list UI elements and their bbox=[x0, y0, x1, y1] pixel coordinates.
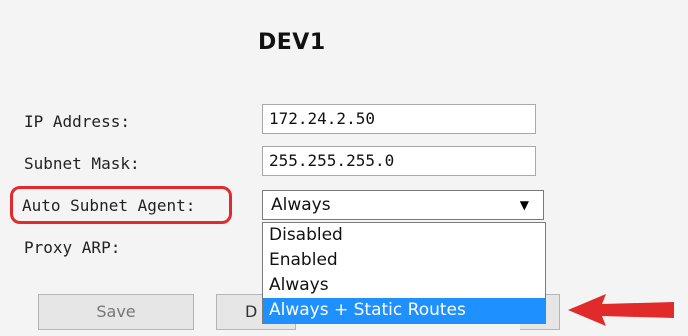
subnet-mask-input[interactable]: 255.255.255.0 bbox=[262, 146, 536, 176]
ip-address-input[interactable]: 172.24.2.50 bbox=[262, 104, 536, 134]
dropdown-option-always-static-routes[interactable]: Always + Static Routes bbox=[263, 298, 545, 323]
auto-subnet-agent-selected-value: Always bbox=[271, 195, 331, 215]
proxy-arp-label: Proxy ARP: bbox=[24, 238, 121, 257]
chevron-down-icon: ▼ bbox=[519, 198, 529, 212]
red-arrow-icon bbox=[568, 294, 674, 326]
dropdown-option-disabled[interactable]: Disabled bbox=[263, 223, 545, 248]
save-button[interactable]: Save bbox=[38, 294, 194, 330]
auto-subnet-agent-dropdown-list: Disabled Enabled Always Always + Static … bbox=[262, 222, 546, 324]
dropdown-option-always[interactable]: Always bbox=[263, 273, 545, 298]
device-config-panel: DEV1 IP Address: 172.24.2.50 Subnet Mask… bbox=[0, 0, 688, 336]
ip-address-value: 172.24.2.50 bbox=[269, 109, 375, 128]
subnet-mask-label: Subnet Mask: bbox=[24, 154, 140, 173]
auto-subnet-agent-select[interactable]: Always ▼ bbox=[262, 190, 544, 220]
ip-address-label: IP Address: bbox=[24, 112, 130, 131]
device-title: DEV1 bbox=[258, 30, 326, 55]
dropdown-option-enabled[interactable]: Enabled bbox=[263, 248, 545, 273]
subnet-mask-value: 255.255.255.0 bbox=[269, 151, 395, 170]
auto-subnet-agent-label: Auto Subnet Agent: bbox=[22, 196, 196, 215]
